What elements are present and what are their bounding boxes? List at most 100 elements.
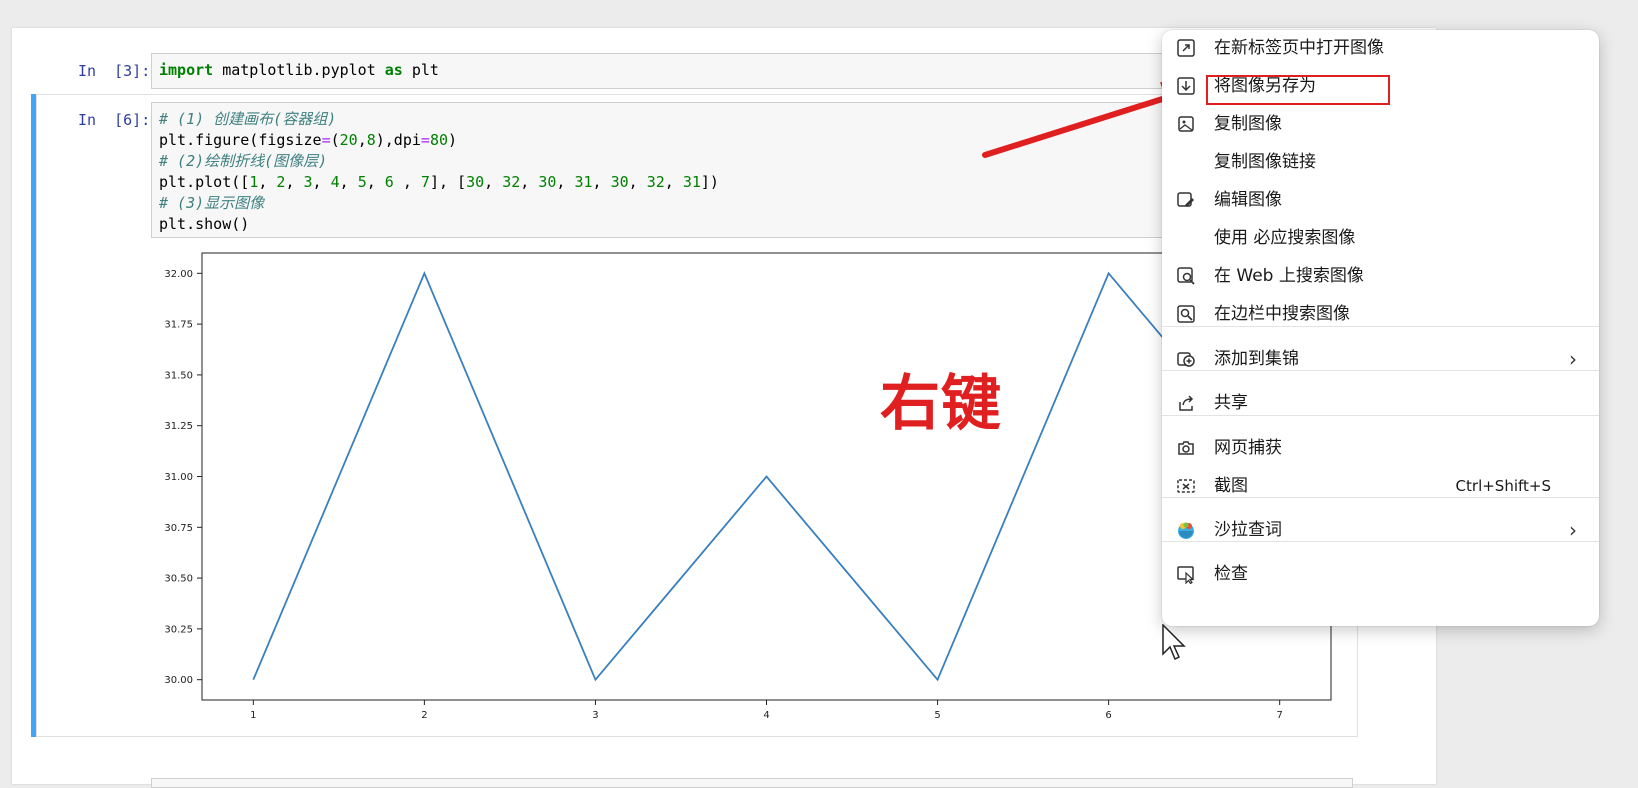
code-bracket: ], [ xyxy=(430,173,466,191)
keyword-import: import xyxy=(159,61,213,79)
right-click-annotation: 右键 xyxy=(880,355,1002,442)
menu-item-web-capture[interactable]: 网页捕获 xyxy=(1162,430,1599,466)
code-comma: , xyxy=(358,131,367,149)
share-icon xyxy=(1176,393,1196,413)
web-search-icon xyxy=(1176,266,1196,286)
code-line-figure: plt.figure(figsize xyxy=(159,131,322,149)
highlight-box xyxy=(1206,75,1390,105)
code-comma: , xyxy=(258,173,276,191)
code-num: 32 xyxy=(647,173,665,191)
cell-prompt-6: In [6]: xyxy=(78,111,150,129)
code-comma: , xyxy=(313,173,331,191)
menu-item-open-in-new-tab[interactable]: 在新标签页中打开图像 xyxy=(1162,30,1599,66)
context-menu: 在新标签页中打开图像将图像另存为复制图像复制图像链接编辑图像使用 必应搜索图像在… xyxy=(1162,30,1599,626)
x-tick-label: 4 xyxy=(763,710,769,721)
code-num: 1 xyxy=(249,173,258,191)
code-bracket: ]) xyxy=(701,173,719,191)
code-comma: , xyxy=(556,173,574,191)
menu-separator xyxy=(1162,541,1599,542)
code-num: 80 xyxy=(430,131,448,149)
code-num: 6 xyxy=(385,173,403,191)
code-num: 30 xyxy=(466,173,484,191)
code-num: 7 xyxy=(421,173,430,191)
comment-line-2: # (2)绘制折线(图像层) xyxy=(159,152,327,170)
menu-item-text-3[interactable]: 复制图像链接 xyxy=(1162,144,1599,180)
menu-item-text-5[interactable]: 使用 必应搜索图像 xyxy=(1162,220,1599,256)
menu-separator xyxy=(1162,497,1599,498)
menu-item-add-collection[interactable]: 添加到集锦 › xyxy=(1162,341,1599,377)
code-comma: , xyxy=(520,173,538,191)
save-image-icon xyxy=(1176,76,1196,96)
y-tick-label: 31.25 xyxy=(164,421,193,432)
y-tick-label: 30.75 xyxy=(164,523,193,534)
module-name: matplotlib.pyplot xyxy=(213,61,385,79)
code-num: 4 xyxy=(331,173,340,191)
open-in-new-tab-icon xyxy=(1176,38,1196,58)
comment-line-3: # (3)显示图像 xyxy=(159,194,264,212)
code-comma: , xyxy=(593,173,611,191)
code-plot-call: plt.plot([ xyxy=(159,173,249,191)
chevron-right-icon: › xyxy=(1569,341,1577,377)
y-tick-label: 30.25 xyxy=(164,624,193,635)
menu-item-label: 编辑图像 xyxy=(1214,182,1282,218)
menu-item-label: 在新标签页中打开图像 xyxy=(1214,30,1384,66)
code-op: = xyxy=(322,131,331,149)
cell-prompt-3: In [3]: xyxy=(78,62,150,80)
code-paren: ) xyxy=(448,131,457,149)
inspect-icon xyxy=(1176,564,1196,584)
next-code-cell[interactable] xyxy=(151,778,1353,788)
sidebar-search-icon xyxy=(1176,304,1196,324)
alias-name: plt xyxy=(403,61,439,79)
x-tick-label: 2 xyxy=(421,710,427,721)
menu-separator xyxy=(1162,370,1599,371)
menu-item-web-search[interactable]: 在 Web 上搜索图像 xyxy=(1162,258,1599,294)
y-tick-label: 31.75 xyxy=(164,320,193,331)
code-num: 8 xyxy=(367,131,376,149)
menu-item-inspect[interactable]: 检查 xyxy=(1162,556,1599,592)
comment-line-1: # (1) 创建画布(容器组) xyxy=(159,110,336,128)
code-num: 31 xyxy=(683,173,701,191)
code-paren: ( xyxy=(331,131,340,149)
menu-item-screenshot[interactable]: 截图Ctrl+Shift+S xyxy=(1162,468,1599,504)
code-dpi: ),dpi xyxy=(376,131,421,149)
menu-item-label: 复制图像链接 xyxy=(1214,144,1316,180)
screenshot-icon xyxy=(1176,476,1196,496)
menu-shortcut: Ctrl+Shift+S xyxy=(1456,468,1551,504)
code-comma: , xyxy=(629,173,647,191)
saladict-icon xyxy=(1176,520,1196,540)
code-num: 20 xyxy=(340,131,358,149)
x-tick-label: 5 xyxy=(934,710,940,721)
menu-item-label: 在 Web 上搜索图像 xyxy=(1214,258,1364,294)
menu-separator xyxy=(1162,415,1599,416)
keyword-as: as xyxy=(385,61,403,79)
code-comma: , xyxy=(367,173,385,191)
x-tick-label: 7 xyxy=(1276,710,1282,721)
code-op: = xyxy=(421,131,430,149)
menu-item-saladict[interactable]: 沙拉查词 › xyxy=(1162,512,1599,548)
code-comma: , xyxy=(340,173,358,191)
menu-item-copy-image[interactable]: 复制图像 xyxy=(1162,106,1599,142)
code-comma: , xyxy=(665,173,683,191)
menu-item-label: 复制图像 xyxy=(1214,106,1282,142)
code-comma: , xyxy=(403,173,421,191)
add-collection-icon xyxy=(1176,349,1196,369)
y-tick-label: 31.50 xyxy=(164,370,193,381)
menu-item-edit-image[interactable]: 编辑图像 xyxy=(1162,182,1599,218)
code-num: 31 xyxy=(574,173,592,191)
x-tick-label: 6 xyxy=(1105,710,1111,721)
edit-image-icon xyxy=(1176,190,1196,210)
code-num: 30 xyxy=(611,173,629,191)
menu-item-label: 沙拉查词 xyxy=(1214,512,1282,548)
menu-item-label: 添加到集锦 xyxy=(1214,341,1299,377)
code-num: 5 xyxy=(358,173,367,191)
web-capture-icon xyxy=(1176,438,1196,458)
menu-item-label: 检查 xyxy=(1214,556,1248,592)
code-comma: , xyxy=(285,173,303,191)
y-tick-label: 30.50 xyxy=(164,574,193,585)
mouse-cursor-icon xyxy=(1162,624,1188,664)
chevron-right-icon: › xyxy=(1569,512,1577,548)
code-line-plot: plt.plot([1, 2, 3, 4, 5, 6 , 7], [30, 32… xyxy=(159,173,719,191)
y-tick-label: 30.00 xyxy=(164,675,193,686)
copy-image-icon xyxy=(1176,114,1196,134)
y-tick-label: 32.00 xyxy=(164,269,193,280)
